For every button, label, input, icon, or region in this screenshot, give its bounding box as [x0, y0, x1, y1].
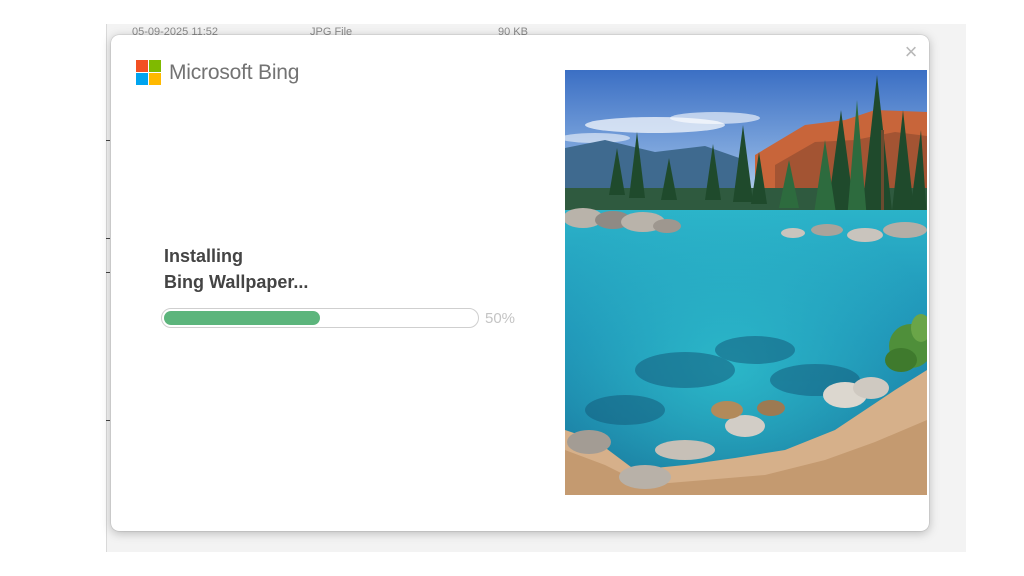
brand-name: Microsoft Bing [169, 60, 300, 84]
brand: Microsoft Bing [136, 60, 299, 85]
microsoft-logo-icon [136, 60, 161, 85]
installer-dialog: × Microsoft Bing Installing Bing Wallpap… [111, 35, 929, 531]
close-button[interactable]: × [901, 41, 921, 63]
progress-fill [164, 311, 320, 325]
logo-square-blue [136, 73, 148, 85]
status-line-1: Installing [164, 246, 244, 266]
background-tick [106, 140, 110, 141]
background-tick [106, 272, 110, 273]
logo-square-red [136, 60, 148, 72]
logo-square-green [149, 60, 161, 72]
background-tick [106, 238, 110, 239]
progress-percent: 50% [485, 310, 516, 327]
landscape-illustration [565, 70, 927, 495]
logo-square-yellow [149, 73, 161, 85]
close-icon: × [904, 39, 918, 64]
status-line-2: Bing Wallpaper... [164, 272, 309, 292]
progress-bar [161, 308, 479, 328]
landscape-photo-icon [565, 70, 927, 495]
install-status: Installing Bing Wallpaper... [164, 243, 308, 295]
background-tick [106, 420, 110, 421]
